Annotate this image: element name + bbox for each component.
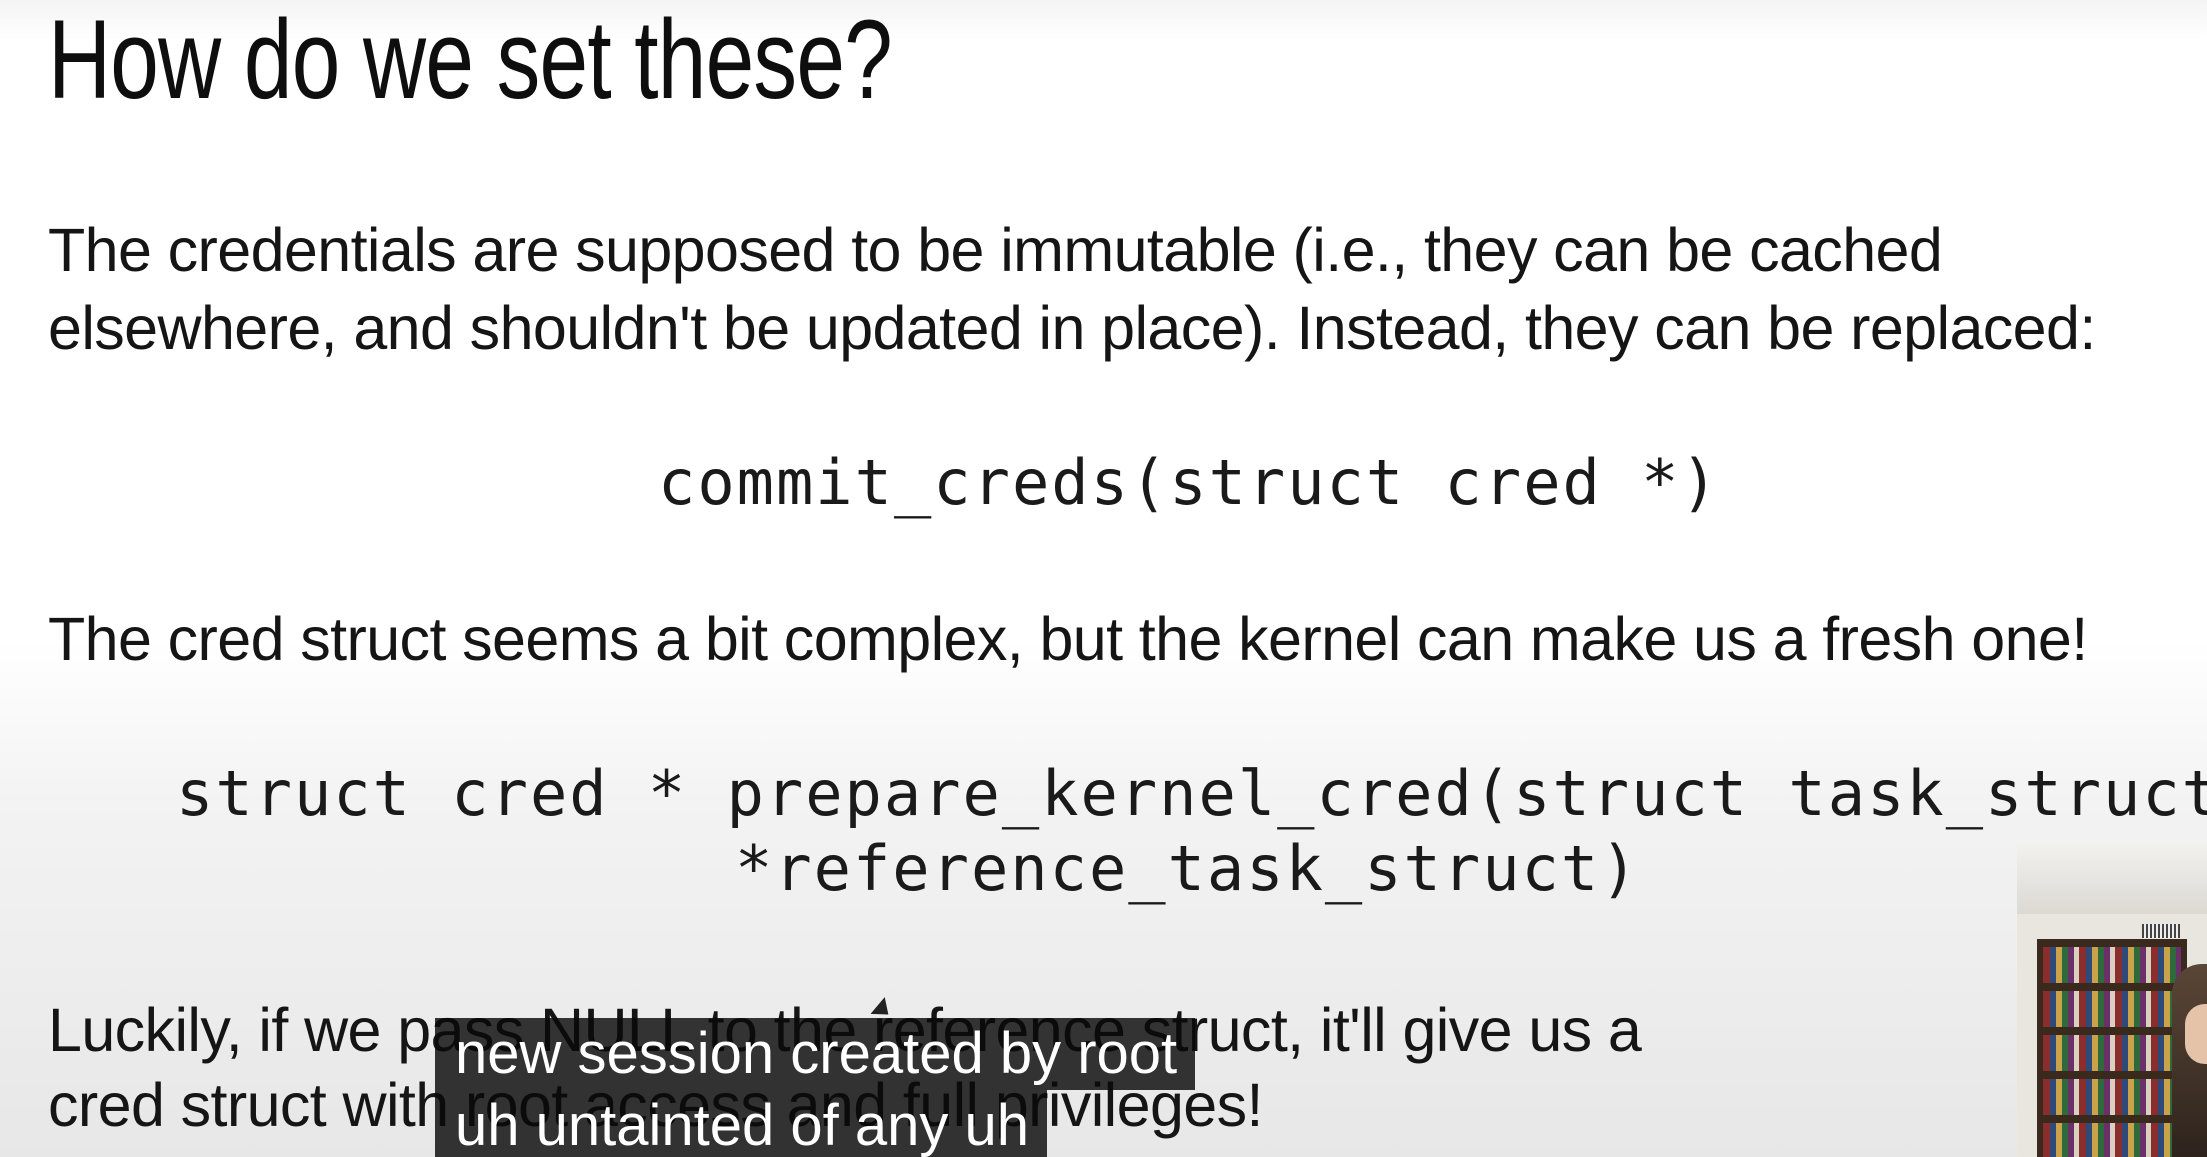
code-prepare-kernel-cred-line-1: struct cred * prepare_kernel_cred(struct… <box>176 757 2207 830</box>
bookshelf-row <box>2043 1079 2181 1115</box>
bookshelf-row <box>2043 947 2181 983</box>
webcam-barcode-sign <box>2142 924 2180 938</box>
webcam-wall <box>2017 844 2207 914</box>
video-frame[interactable]: How do we set these? The credentials are… <box>0 0 2207 1157</box>
paragraph-1-line-1: The credentials are supposed to be immut… <box>48 216 1943 284</box>
slide-title: How do we set these? <box>48 0 893 122</box>
paragraph-2: The cred struct seems a bit complex, but… <box>48 605 2088 673</box>
webcam-overlay <box>2017 844 2207 1157</box>
bookshelf-row <box>2043 1123 2181 1157</box>
subtitle-overlay: new session created by root uh untainted… <box>435 1018 1196 1157</box>
paragraph-1-line-2: elsewhere, and shouldn't be updated in p… <box>48 294 2096 362</box>
code-prepare-kernel-cred-line-2: *reference_task_struct) <box>735 832 1640 905</box>
subtitle-line-2: uh untainted of any uh <box>435 1090 1048 1157</box>
webcam-bookshelf <box>2037 939 2187 1157</box>
bookshelf-row <box>2043 991 2181 1027</box>
code-commit-creds: commit_creds(struct cred *) <box>658 446 1720 519</box>
bookshelf-row <box>2043 1035 2181 1071</box>
webcam-presenter-face <box>2185 1004 2207 1064</box>
subtitle-line-1: new session created by root <box>435 1018 1196 1090</box>
